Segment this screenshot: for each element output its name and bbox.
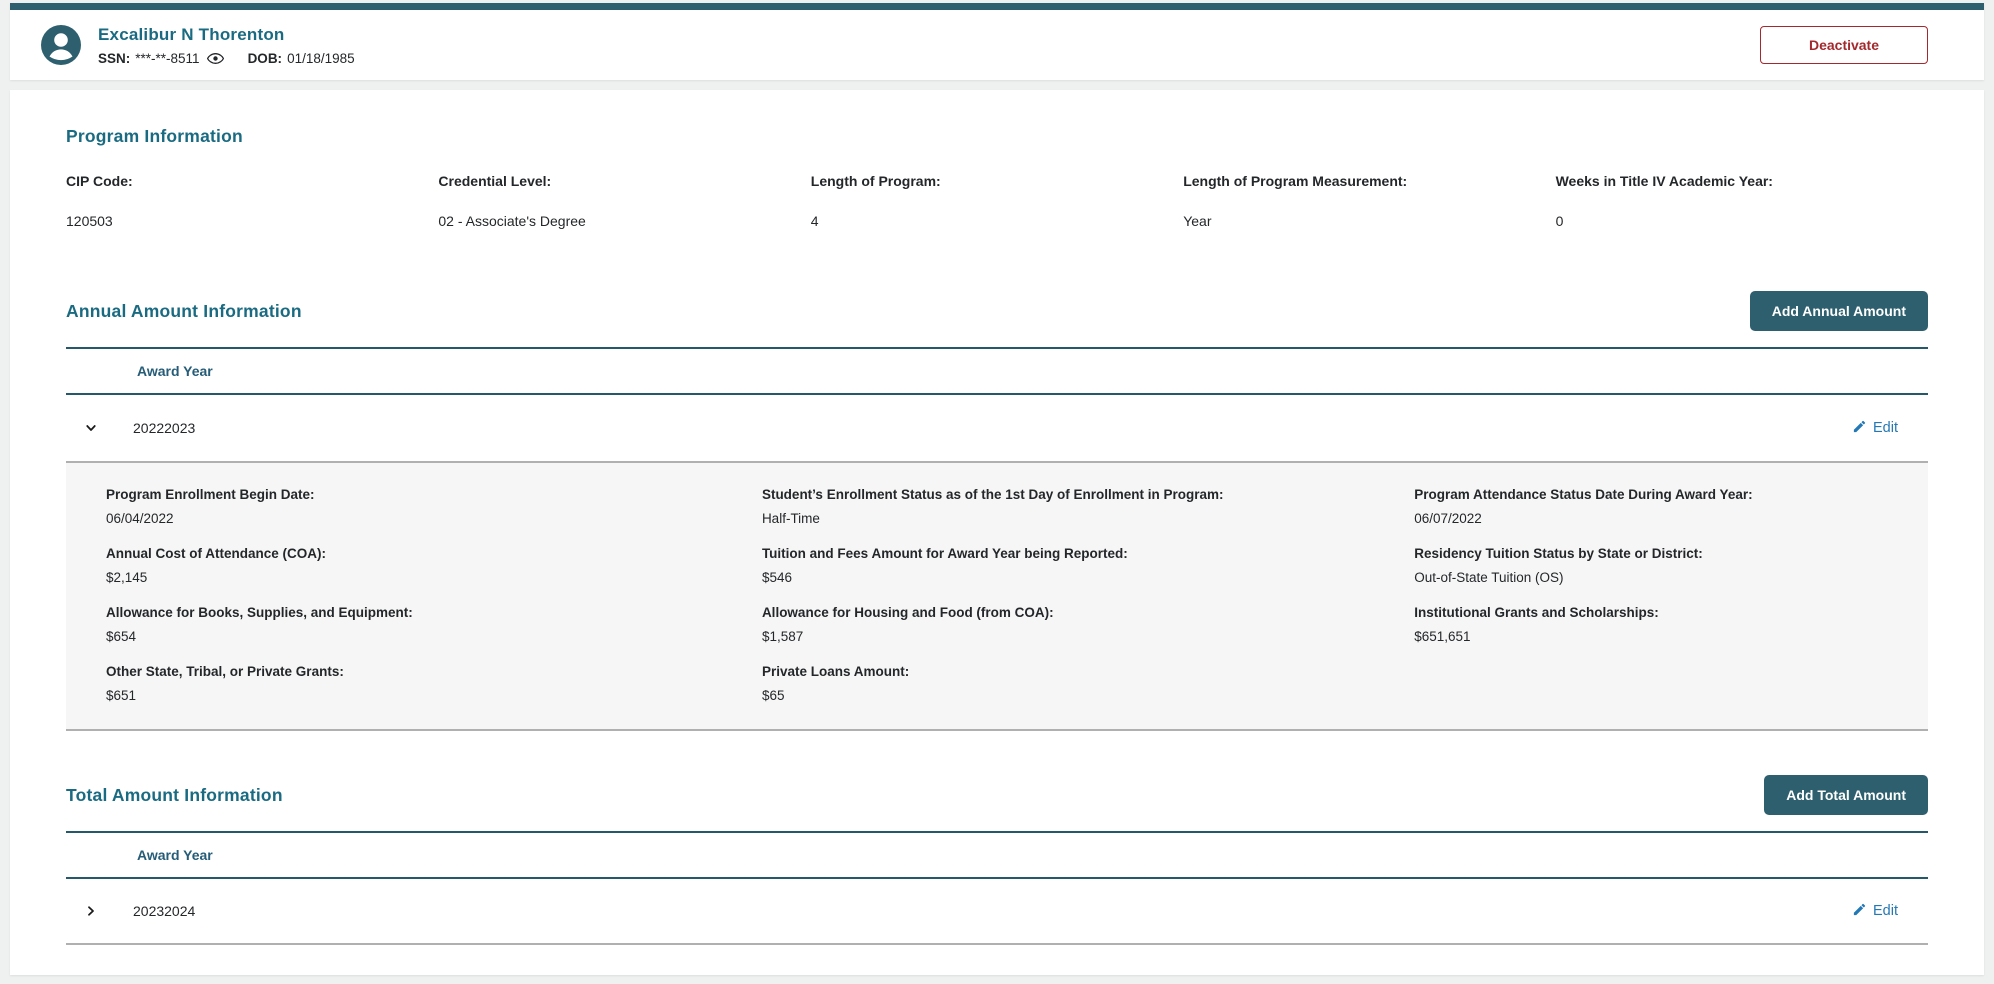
detail-tuition-fees: Tuition and Fees Amount for Award Year b…	[761, 546, 1128, 585]
detail-housing-food: Allowance for Housing and Food (from COA…	[761, 605, 1054, 644]
ssn-value: ***-**-8511	[135, 50, 200, 66]
annual-edit-label: Edit	[1873, 420, 1898, 436]
detail-attendance-status-date: Program Attendance Status Date During Aw…	[1414, 487, 1753, 526]
field-value-length-of-program: 4	[810, 213, 819, 229]
field-label-weeks-title-iv: Weeks in Title IV Academic Year:	[1555, 173, 1773, 189]
student-header-card: Excalibur N Thorenton SSN: ***-**-8511 D…	[10, 3, 1984, 80]
field-value-cip-code: 120503	[66, 213, 113, 229]
field-label-credential-level: Credential Level:	[438, 173, 552, 189]
total-edit-link[interactable]: Edit	[1852, 902, 1898, 921]
field-label-length-of-program: Length of Program:	[810, 173, 941, 189]
annual-amount-title: Annual Amount Information	[66, 300, 302, 321]
page: Excalibur N Thorenton SSN: ***-**-8511 D…	[0, 0, 1994, 984]
field-value-weeks-title-iv: 0	[1555, 213, 1564, 229]
dob-label: DOB:	[247, 50, 283, 66]
total-edit-label: Edit	[1873, 903, 1898, 919]
pencil-icon	[1852, 419, 1867, 438]
total-amount-table: Award Year 20232024 Edit	[66, 831, 1928, 945]
detail-other-grants: Other State, Tribal, or Private Grants: …	[106, 664, 344, 703]
field-value-length-measurement: Year	[1183, 213, 1212, 229]
detail-empty-cell	[1414, 664, 1918, 703]
annual-award-year-row[interactable]: 20222023 Edit	[66, 395, 1928, 461]
add-total-amount-button[interactable]: Add Total Amount	[1764, 775, 1928, 815]
main-card: Program Information CIP Code: Credential…	[10, 90, 1984, 975]
total-amount-title: Total Amount Information	[66, 784, 283, 805]
total-amount-section-head: Total Amount Information Add Total Amoun…	[66, 775, 1928, 815]
detail-enrollment-status: Student’s Enrollment Status as of the 1s…	[761, 487, 1224, 526]
eye-icon[interactable]	[206, 52, 224, 65]
annual-edit-link[interactable]: Edit	[1852, 419, 1898, 438]
program-info-grid: CIP Code: Credential Level: Length of Pr…	[66, 173, 1928, 229]
annual-award-year-header: Award Year	[137, 363, 213, 379]
detail-institutional-grants: Institutional Grants and Scholarships: $…	[1414, 605, 1659, 644]
avatar	[40, 24, 82, 66]
field-label-cip-code: CIP Code:	[66, 173, 133, 189]
chevron-down-icon[interactable]	[85, 422, 99, 434]
program-info-title: Program Information	[66, 126, 243, 146]
annual-table-header: Award Year	[66, 347, 1928, 395]
annual-detail-panel: Program Enrollment Begin Date: 06/04/202…	[66, 461, 1928, 731]
total-award-year-header: Award Year	[137, 847, 213, 863]
total-award-year-row[interactable]: 20232024 Edit	[66, 879, 1928, 945]
annual-amount-section-head: Annual Amount Information Add Annual Amo…	[66, 291, 1928, 331]
detail-private-loans: Private Loans Amount: $65	[761, 664, 910, 703]
annual-amount-table: Award Year 20222023 Edit Program Enrollm…	[66, 347, 1928, 731]
pencil-icon	[1852, 902, 1867, 921]
ssn-label: SSN:	[98, 50, 131, 66]
student-name: Excalibur N Thorenton	[98, 24, 285, 44]
dob-value: 01/18/1985	[287, 50, 355, 66]
detail-enrollment-begin-date: Program Enrollment Begin Date: 06/04/202…	[106, 487, 315, 526]
field-label-length-measurement: Length of Program Measurement:	[1183, 173, 1408, 189]
detail-annual-coa: Annual Cost of Attendance (COA): $2,145	[106, 546, 326, 585]
chevron-right-icon[interactable]	[85, 905, 99, 917]
add-annual-amount-button[interactable]: Add Annual Amount	[1749, 291, 1928, 331]
annual-award-year-value: 20222023	[133, 420, 196, 436]
total-table-header: Award Year	[66, 831, 1928, 879]
deactivate-button[interactable]: Deactivate	[1760, 26, 1928, 64]
field-value-credential-level: 02 - Associate's Degree	[438, 213, 586, 229]
total-award-year-value: 20232024	[133, 903, 196, 919]
student-identity: Excalibur N Thorenton SSN: ***-**-8511 D…	[40, 24, 362, 66]
detail-books-supplies: Allowance for Books, Supplies, and Equip…	[106, 605, 413, 644]
detail-residency-tuition-status: Residency Tuition Status by State or Dis…	[1414, 546, 1703, 585]
